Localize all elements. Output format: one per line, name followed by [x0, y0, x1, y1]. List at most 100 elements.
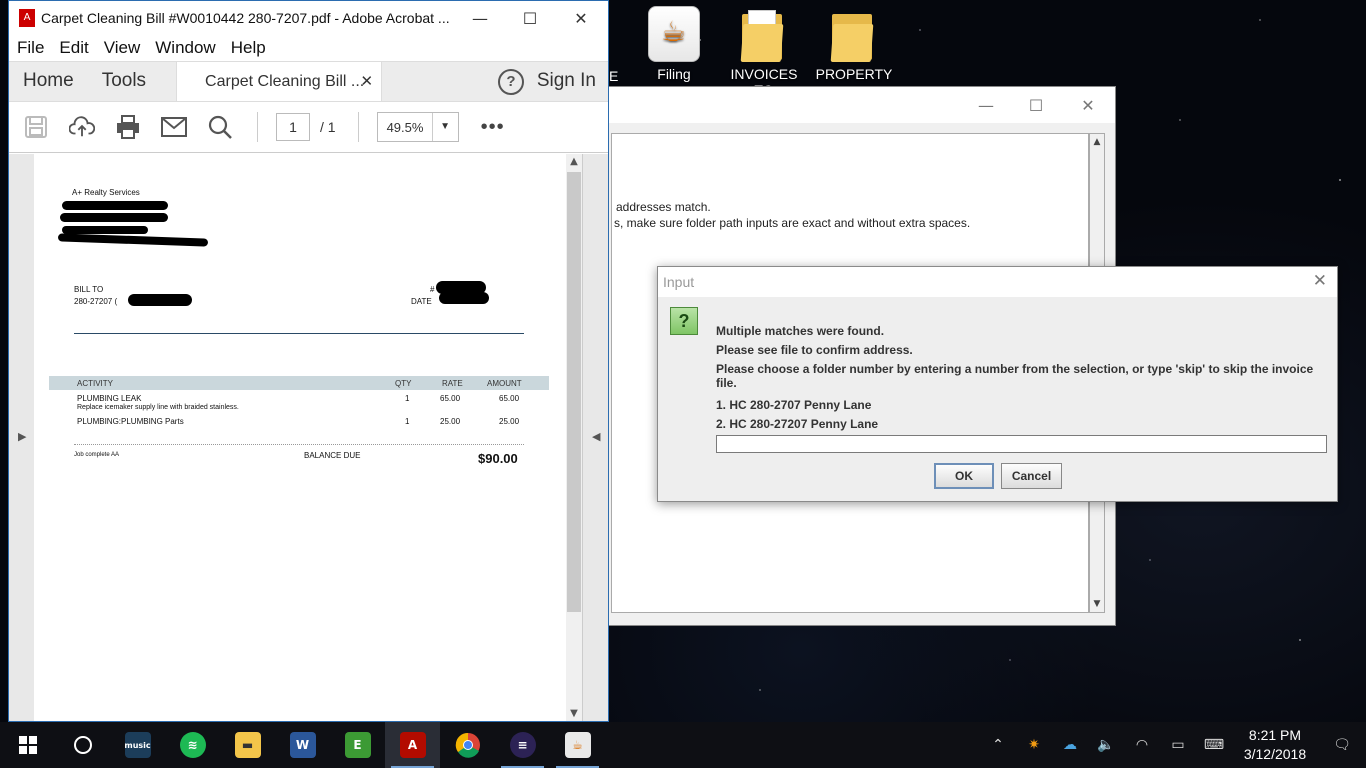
scroll-down-icon[interactable]: ▼ [566, 708, 582, 719]
col-amount: AMOUNT [487, 379, 522, 388]
scroll-up-icon[interactable]: ▲ [566, 156, 582, 167]
desktop-icon-property[interactable]: PROPERTY [812, 6, 896, 82]
java-icon[interactable]: ☕ [550, 722, 605, 768]
date-label: DATE [411, 297, 432, 306]
acrobat-window[interactable]: A Carpet Cleaning Bill #W0010442 280-720… [8, 0, 609, 722]
expand-right-icon[interactable]: ◀ [592, 430, 600, 443]
expand-left-icon[interactable]: ▶ [18, 430, 26, 443]
document-tab-label: Carpet Cleaning Bill ... [205, 73, 365, 90]
close-icon[interactable]: ✕ [558, 0, 604, 36]
zoom-select[interactable]: 49.5% ▼ [376, 112, 459, 142]
save-icon[interactable] [23, 114, 49, 140]
row-activity: PLUMBING:PLUMBING Parts [77, 417, 184, 426]
row-qty: 1 [405, 394, 410, 403]
redaction [62, 201, 168, 210]
evernote-icon[interactable]: E [330, 722, 385, 768]
ok-button[interactable]: OK [934, 463, 994, 489]
dialog-message: Please see file to confirm address. [716, 343, 913, 357]
email-icon[interactable] [161, 114, 187, 140]
folder-option: 1. HC 280-2707 Penny Lane [716, 398, 872, 412]
acrobat-icon[interactable]: A [385, 722, 440, 768]
answer-input[interactable] [716, 435, 1327, 453]
divider [74, 333, 524, 334]
toolbar-divider [357, 112, 359, 142]
file-explorer-icon[interactable]: ▬ [220, 722, 275, 768]
volume-icon[interactable]: 🔈 [1088, 737, 1124, 753]
balance-due-amount: $90.00 [478, 451, 518, 466]
onedrive-icon[interactable]: ☁ [1052, 737, 1088, 753]
tab-document[interactable]: Carpet Cleaning Bill ... ✕ [176, 62, 383, 101]
avast-icon[interactable]: ✷ [1016, 737, 1052, 753]
row-activity: PLUMBING LEAK [77, 394, 142, 403]
redaction [128, 294, 192, 306]
amazon-music-icon[interactable]: music [110, 722, 165, 768]
menu-view[interactable]: View [104, 38, 141, 58]
spotify-icon[interactable]: ≋ [165, 722, 220, 768]
table-header: ACTIVITY QTY RATE AMOUNT [49, 376, 549, 390]
output-line: addresses match. [616, 200, 711, 214]
redaction [439, 292, 489, 304]
word-icon[interactable]: W [275, 722, 330, 768]
minimize-icon[interactable]: — [457, 0, 503, 36]
tab-home[interactable]: Home [9, 62, 88, 101]
vertical-scrollbar[interactable]: ▲ ▼ [566, 154, 582, 721]
cortana-icon[interactable] [55, 722, 110, 768]
keyboard-icon[interactable]: ⌨ [1196, 737, 1232, 753]
row-amount: 25.00 [499, 417, 520, 426]
menu-window[interactable]: Window [155, 38, 215, 58]
bill-to-value: 280-27207 ( [74, 297, 118, 306]
chevron-down-icon[interactable]: ▼ [431, 113, 458, 141]
window-titlebar[interactable]: A Carpet Cleaning Bill #W0010442 280-720… [9, 1, 608, 35]
maximize-icon[interactable]: ☐ [507, 0, 553, 36]
notifications-icon[interactable]: 🗨 [1318, 737, 1366, 753]
system-tray: ⌃ ✷ ☁ 🔈 ◠ ▭ ⌨ 8:21 PM 3/12/2018 🗨 [980, 722, 1366, 768]
row-rate: 25.00 [440, 417, 461, 426]
start-button[interactable] [0, 722, 55, 768]
window-titlebar[interactable]: — ☐ ✕ [605, 87, 1115, 123]
close-icon[interactable]: ✕ [1065, 87, 1111, 123]
help-icon[interactable]: ? [498, 69, 524, 95]
chevron-up-icon[interactable]: ⌃ [980, 737, 1016, 753]
page-number-input[interactable]: 1 [276, 113, 310, 141]
left-pane-toggle[interactable]: ▶ [9, 154, 34, 721]
redaction [62, 226, 148, 234]
desktop-icon-invoices[interactable]: INVOICES TO [722, 6, 806, 98]
menu-edit[interactable]: Edit [59, 38, 88, 58]
divider [74, 444, 524, 445]
dialog-titlebar[interactable]: Input ✕ [658, 267, 1337, 297]
search-icon[interactable] [207, 114, 233, 140]
maximize-icon[interactable]: ☐ [1013, 87, 1059, 123]
scroll-thumb[interactable] [567, 172, 581, 612]
window-title: Carpet Cleaning Bill #W0010442 280-7207.… [41, 10, 450, 26]
minimize-icon[interactable]: — [963, 87, 1009, 123]
eclipse-icon[interactable]: ≡ [495, 722, 550, 768]
bill-to-label: BILL TO [74, 285, 104, 294]
more-tools-icon[interactable]: ••• [481, 116, 505, 139]
desktop-icon-label: PROPERTY [815, 66, 893, 82]
cancel-button[interactable]: Cancel [1001, 463, 1062, 489]
sign-in-button[interactable]: Sign In [537, 70, 596, 92]
col-rate: RATE [442, 379, 463, 388]
tab-tools[interactable]: Tools [88, 62, 160, 101]
cloud-upload-icon[interactable] [69, 114, 95, 140]
battery-icon[interactable]: ▭ [1160, 737, 1196, 753]
print-icon[interactable] [115, 114, 141, 140]
toolbar: 1 / 1 49.5% ▼ ••• [9, 101, 608, 153]
close-tab-icon[interactable]: ✕ [360, 72, 373, 90]
scroll-down-icon[interactable]: ▼ [1090, 596, 1104, 612]
desktop-icon-filing[interactable]: Filing [632, 6, 716, 82]
clock[interactable]: 8:21 PM 3/12/2018 [1232, 726, 1318, 764]
row-amount: 65.00 [499, 394, 520, 403]
scroll-up-icon[interactable]: ▲ [1090, 134, 1104, 150]
dialog-title: Input [663, 274, 695, 290]
close-icon[interactable]: ✕ [1313, 271, 1327, 291]
right-pane-toggle[interactable]: ◀ [582, 154, 608, 721]
menu-file[interactable]: File [17, 38, 44, 58]
input-dialog[interactable]: Input ✕ ? Multiple matches were found. P… [657, 266, 1338, 502]
java-icon [648, 6, 700, 62]
menu-help[interactable]: Help [231, 38, 266, 58]
toolbar-divider [257, 112, 258, 142]
wifi-icon[interactable]: ◠ [1124, 737, 1160, 753]
pdf-page: A+ Realty Services BILL TO 280-27207 ( #… [34, 154, 566, 721]
chrome-icon[interactable] [440, 722, 495, 768]
